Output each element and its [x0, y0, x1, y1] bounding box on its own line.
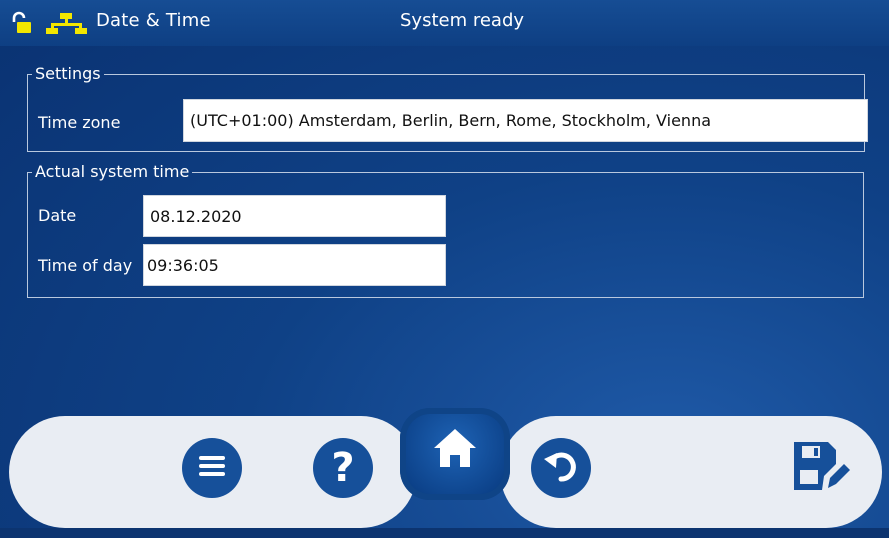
page-title: Date & Time [96, 10, 211, 31]
date-field[interactable]: 08.12.2020 [143, 195, 446, 237]
top-bar: Date & Time System ready [0, 0, 889, 46]
date-label: Date [38, 206, 77, 225]
settings-legend: Settings [35, 64, 101, 83]
home-icon [431, 426, 479, 474]
save-button[interactable] [788, 440, 852, 498]
unlock-icon[interactable] [10, 11, 36, 35]
help-button[interactable]: ? [313, 438, 373, 498]
time-zone-label: Time zone [38, 113, 121, 132]
save-icon [788, 438, 852, 500]
time-zone-select[interactable]: (UTC+01:00) Amsterdam, Berlin, Bern, Rom… [183, 99, 868, 142]
screen: Date & Time System ready Settings Time z… [0, 0, 889, 538]
menu-icon [197, 453, 227, 483]
status-text: System ready [400, 10, 525, 31]
time-of-day-label: Time of day [38, 256, 133, 275]
bottom-strip [0, 528, 889, 538]
menu-button[interactable] [182, 438, 242, 498]
undo-icon [543, 449, 579, 487]
undo-button[interactable] [531, 438, 591, 498]
help-icon: ? [331, 445, 355, 491]
network-icon [44, 11, 90, 37]
actual-time-legend: Actual system time [35, 162, 190, 181]
home-button[interactable] [425, 420, 485, 480]
time-of-day-field[interactable]: 09:36:05 [143, 244, 446, 286]
